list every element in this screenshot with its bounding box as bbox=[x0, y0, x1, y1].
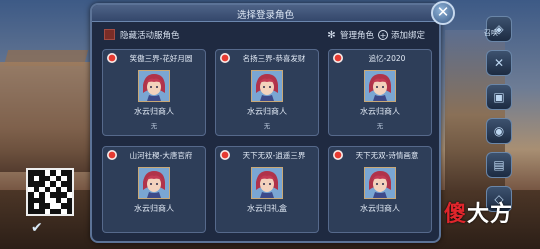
character-card[interactable]: 名扬三界-恭喜发财 水云归商人 无 bbox=[215, 49, 319, 136]
select-radio[interactable] bbox=[220, 53, 230, 63]
gift-icon[interactable]: ▤ bbox=[486, 152, 512, 178]
hide-activity-checkbox[interactable] bbox=[104, 29, 115, 40]
character-card[interactable]: 追忆-2020 水云归商人 无 bbox=[328, 49, 432, 136]
background-building-left bbox=[0, 62, 92, 172]
add-bind-button[interactable]: + 添加绑定 bbox=[378, 29, 425, 41]
character-avatar bbox=[364, 70, 396, 102]
select-radio[interactable] bbox=[220, 150, 230, 160]
character-avatar bbox=[138, 70, 170, 102]
select-radio[interactable] bbox=[333, 53, 343, 63]
server-name: 追忆-2020 bbox=[368, 54, 406, 63]
select-role-dialog: 选择登录角色 ✕ 隐藏活动服角色 ✻ 管理角色 + 添加绑定 笑傲三界-花好月圆 bbox=[90, 1, 455, 243]
card-header: 天下无双-逍遥三界 bbox=[216, 147, 318, 163]
dialog-title-bar: 选择登录角色 bbox=[92, 5, 439, 22]
card-header: 名扬三界-恭喜发财 bbox=[216, 50, 318, 66]
server-name: 天下无双-诗情画意 bbox=[355, 151, 419, 160]
add-bind-label: 添加绑定 bbox=[391, 31, 426, 41]
character-name: 水云归商人 bbox=[360, 107, 400, 116]
character-avatar bbox=[251, 167, 283, 199]
server-name: 天下无双-逍遥三界 bbox=[242, 151, 306, 160]
character-sub: 无 bbox=[263, 122, 271, 130]
qr-code bbox=[26, 168, 74, 216]
gear-icon: ✻ bbox=[327, 29, 336, 41]
people-icon[interactable]: ◉ bbox=[486, 118, 512, 144]
select-radio[interactable] bbox=[333, 150, 343, 160]
character-name: 水云归商人 bbox=[360, 204, 400, 213]
side-menu: ◈ ✕ ▣ ◉ ▤ ◇ bbox=[486, 16, 516, 220]
character-name: 水云归商人 bbox=[134, 107, 174, 116]
character-avatar bbox=[364, 167, 396, 199]
server-name: 名扬三界-恭喜发财 bbox=[242, 54, 306, 63]
character-name: 水云归礼盒 bbox=[247, 204, 287, 213]
watermark: 傻大方 bbox=[444, 196, 513, 228]
character-card[interactable]: 天下无双-诗情画意 水云归商人 bbox=[328, 146, 432, 233]
watermark-part1: 傻 bbox=[444, 202, 468, 227]
hide-activity-label: 隐藏活动服角色 bbox=[120, 31, 180, 41]
wrench-icon[interactable]: ✕ bbox=[486, 50, 512, 76]
character-name: 水云归商人 bbox=[134, 204, 174, 213]
card-header: 笑傲三界-花好月圆 bbox=[103, 50, 205, 66]
game-screen: ✔ ◈ ✕ ▣ ◉ ▤ ◇ 召唤 傻大方 选择登录角色 ✕ 隐藏活动服角色 ✻ … bbox=[0, 0, 540, 249]
plus-circle-icon: + bbox=[378, 30, 388, 40]
card-header: 山河社稷-大唐官府 bbox=[103, 147, 205, 163]
dialog-toolbar: 隐藏活动服角色 ✻ 管理角色 + 添加绑定 bbox=[92, 27, 439, 45]
character-sub: 无 bbox=[376, 122, 384, 130]
character-sub: 无 bbox=[150, 122, 158, 130]
server-name: 山河社稷-大唐官府 bbox=[129, 151, 193, 160]
side-menu-label: 召唤 bbox=[484, 29, 498, 37]
dialog-title: 选择登录角色 bbox=[236, 10, 294, 21]
character-name: 水云归商人 bbox=[247, 107, 287, 116]
select-radio[interactable] bbox=[107, 150, 117, 160]
check-icon[interactable]: ✔ bbox=[31, 220, 43, 236]
character-card[interactable]: 天下无双-逍遥三界 水云归礼盒 bbox=[215, 146, 319, 233]
select-radio[interactable] bbox=[107, 53, 117, 63]
bag-icon[interactable]: ▣ bbox=[486, 84, 512, 110]
character-card[interactable]: 笑傲三界-花好月圆 水云归商人 无 bbox=[102, 49, 206, 136]
card-header: 天下无双-诗情画意 bbox=[329, 147, 431, 163]
character-avatar bbox=[138, 167, 170, 199]
character-avatar bbox=[251, 70, 283, 102]
manage-roles-button[interactable]: ✻ 管理角色 bbox=[326, 29, 375, 42]
character-card[interactable]: 山河社稷-大唐官府 水云归商人 bbox=[102, 146, 206, 233]
watermark-part2: 大方 bbox=[467, 202, 514, 227]
server-name: 笑傲三界-花好月圆 bbox=[129, 54, 193, 63]
close-icon[interactable]: ✕ bbox=[431, 1, 455, 25]
card-header: 追忆-2020 bbox=[329, 50, 431, 66]
manage-roles-label: 管理角色 bbox=[340, 31, 375, 41]
